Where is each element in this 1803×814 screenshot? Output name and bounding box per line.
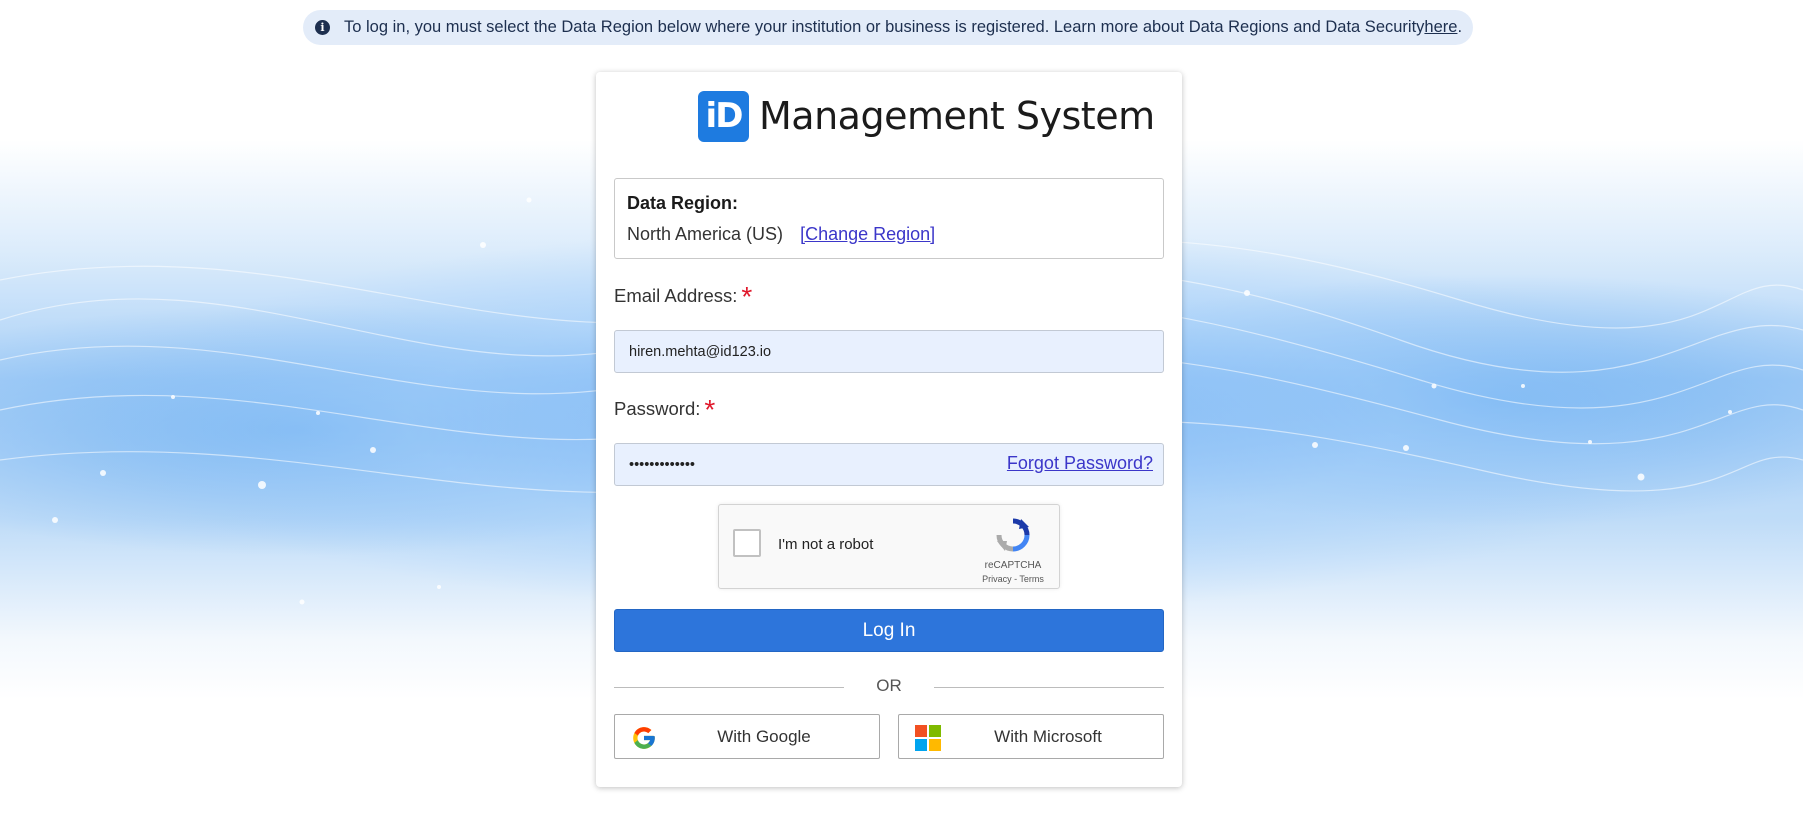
recaptcha-label: I'm not a robot bbox=[778, 536, 874, 553]
password-field[interactable]: ••••••••••••• Forgot Password? bbox=[614, 443, 1164, 486]
email-value: hiren.mehta@id123.io bbox=[629, 343, 772, 360]
recaptcha-logo: reCAPTCHA Privacy - Terms bbox=[979, 517, 1047, 584]
email-label-text: Email Address: bbox=[614, 285, 738, 306]
password-required-mark: * bbox=[704, 394, 716, 425]
recaptcha-checkbox[interactable] bbox=[733, 529, 761, 557]
microsoft-login-button[interactable]: With Microsoft bbox=[898, 714, 1164, 759]
info-banner-suffix: . bbox=[1457, 18, 1463, 36]
recaptcha-widget: I'm not a robot reCAPTCHA Privacy - Term… bbox=[718, 504, 1060, 589]
or-divider: OR bbox=[614, 676, 1164, 698]
email-field[interactable]: hiren.mehta@id123.io bbox=[614, 330, 1164, 373]
info-banner-text: To log in, you must select the Data Regi… bbox=[344, 18, 1425, 36]
recaptcha-brand: reCAPTCHA bbox=[984, 560, 1042, 571]
google-icon bbox=[633, 727, 655, 749]
password-value: ••••••••••••• bbox=[629, 456, 695, 473]
forgot-password-link[interactable]: Forgot Password? bbox=[1007, 453, 1153, 474]
password-label-text: Password: bbox=[614, 398, 701, 419]
microsoft-icon-blue bbox=[915, 739, 927, 751]
login-card: iD Management System Data Region: North … bbox=[596, 72, 1182, 787]
microsoft-icon-green bbox=[929, 725, 941, 737]
microsoft-icon-yellow bbox=[929, 739, 941, 751]
login-button[interactable]: Log In bbox=[614, 609, 1164, 652]
change-region-link[interactable]: [Change Region] bbox=[800, 224, 935, 244]
data-region-box: Data Region: North America (US) [Change … bbox=[614, 178, 1164, 259]
recaptcha-privacy-terms[interactable]: Privacy - Terms bbox=[979, 574, 1047, 584]
email-required-mark: * bbox=[741, 281, 753, 312]
data-region-label: Data Region: bbox=[627, 193, 739, 213]
info-banner: i To log in, you must select the Data Re… bbox=[303, 10, 1473, 45]
app-logo: iD Management System bbox=[698, 90, 1155, 142]
microsoft-icon bbox=[915, 725, 941, 751]
divider-line-right bbox=[934, 687, 1164, 688]
data-region-row: North America (US) [Change Region] bbox=[627, 224, 1151, 245]
data-region-value: North America (US) bbox=[627, 224, 784, 244]
recaptcha-icon bbox=[996, 518, 1030, 552]
or-text: OR bbox=[876, 676, 902, 695]
info-icon: i bbox=[315, 20, 330, 35]
email-label: Email Address: * bbox=[614, 283, 752, 311]
password-label: Password: * bbox=[614, 396, 715, 424]
microsoft-icon-red bbox=[915, 725, 927, 737]
id-logo-icon: iD bbox=[698, 90, 749, 142]
google-login-button[interactable]: With Google bbox=[614, 714, 880, 759]
app-title: Management System bbox=[759, 94, 1155, 138]
info-here-link[interactable]: here bbox=[1424, 18, 1457, 37]
